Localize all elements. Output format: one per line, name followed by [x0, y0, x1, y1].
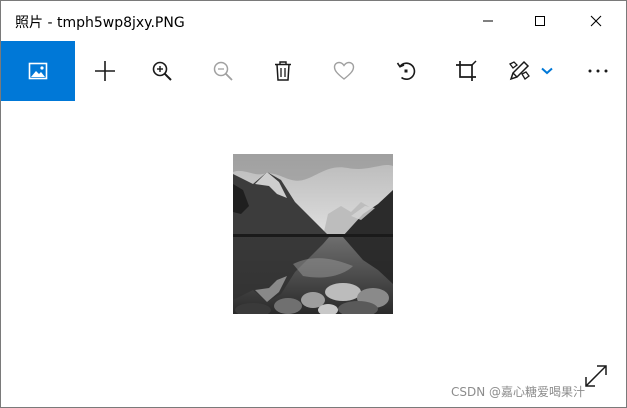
zoom-in-button[interactable]	[140, 41, 184, 101]
image-viewer[interactable]	[1, 101, 626, 407]
window-title: 照片 - tmph5wp8jxy.PNG	[15, 15, 185, 31]
expand-icon	[585, 365, 607, 387]
add-button[interactable]	[83, 41, 127, 101]
maximize-icon	[535, 16, 545, 26]
edit-menu-button[interactable]	[537, 41, 557, 101]
crop-icon	[456, 60, 477, 81]
photos-app-icon	[28, 62, 48, 80]
maximize-button[interactable]	[517, 1, 563, 41]
command-bar	[1, 41, 626, 101]
edit-button[interactable]	[498, 41, 542, 101]
expand-button[interactable]	[583, 363, 609, 389]
rotate-button[interactable]	[384, 41, 428, 101]
zoom-out-icon	[213, 61, 233, 81]
photos-home-button[interactable]	[1, 41, 75, 101]
heart-icon	[333, 61, 355, 80]
edit-draw-icon	[509, 60, 530, 81]
minimize-icon	[483, 20, 493, 22]
favorite-button[interactable]	[322, 41, 366, 101]
more-icon	[588, 69, 608, 73]
mountain-lake-photo	[233, 154, 393, 314]
crop-button[interactable]	[444, 41, 488, 101]
delete-button[interactable]	[261, 41, 305, 101]
plus-icon	[95, 61, 115, 81]
rotate-icon	[396, 62, 416, 80]
trash-icon	[275, 61, 291, 81]
minimize-button[interactable]	[465, 1, 511, 41]
title-bar[interactable]: 照片 - tmph5wp8jxy.PNG	[1, 1, 626, 41]
zoom-in-icon	[152, 61, 172, 81]
photos-window: 照片 - tmph5wp8jxy.PNG	[0, 0, 627, 408]
zoom-out-button[interactable]	[201, 41, 245, 101]
chevron-down-icon	[541, 67, 553, 75]
close-button[interactable]	[573, 1, 619, 41]
photo-image[interactable]	[233, 154, 393, 314]
more-button[interactable]	[576, 41, 620, 101]
close-icon	[590, 15, 602, 27]
csdn-watermark: CSDN @嘉心糖爱喝果汁	[451, 385, 586, 399]
